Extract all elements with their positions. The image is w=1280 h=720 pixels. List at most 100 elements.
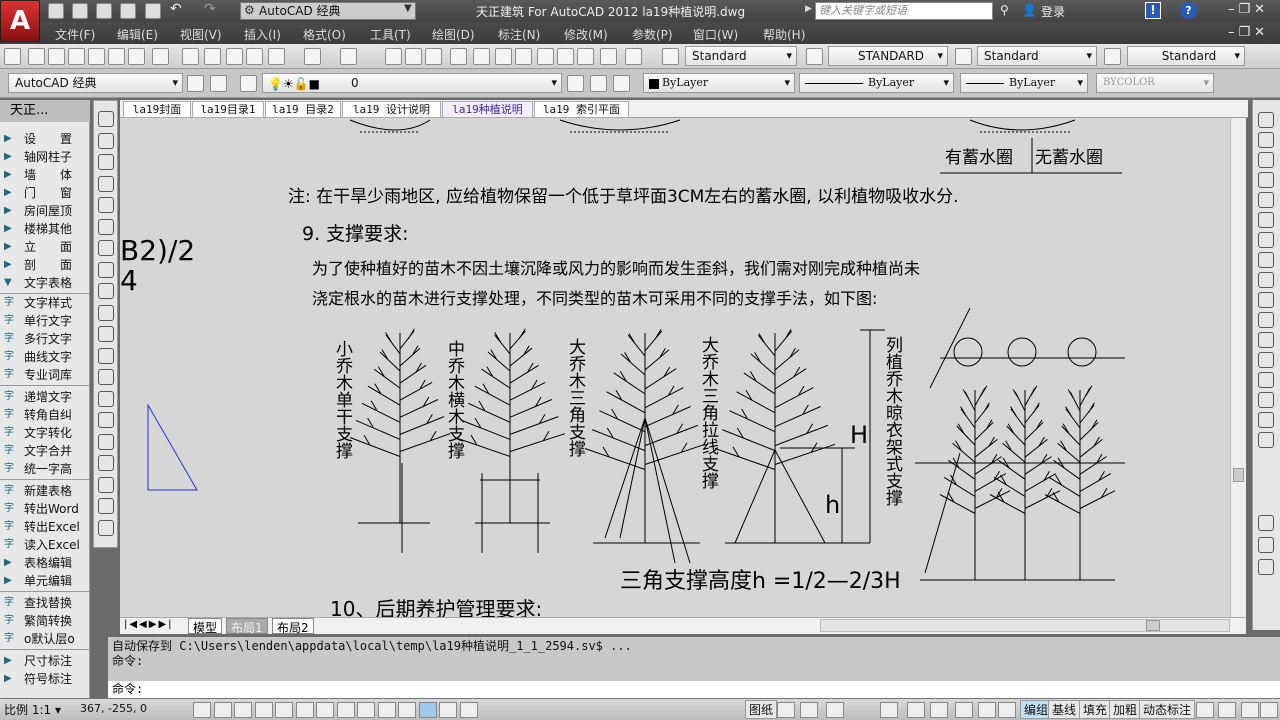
- explode-icon[interactable]: [1258, 432, 1274, 448]
- break-at-point-icon[interactable]: [1258, 332, 1274, 348]
- menu-item-10[interactable]: 窗口(W): [693, 26, 738, 43]
- trim-icon[interactable]: [1258, 292, 1274, 308]
- color-dropdown[interactable]: ByLayer: [643, 73, 795, 93]
- mirror-icon[interactable]: [1258, 152, 1274, 168]
- hardware-accel[interactable]: [998, 702, 1016, 718]
- menu-item-11[interactable]: 帮助(H): [763, 26, 805, 43]
- menu-item-3[interactable]: 插入(I): [244, 26, 281, 43]
- menu-item-0[interactable]: 文件(F): [55, 26, 95, 43]
- toolbar-icon-17[interactable]: [425, 48, 442, 65]
- copy-icon[interactable]: [1258, 132, 1274, 148]
- hscroll-thumb[interactable]: [1146, 620, 1160, 631]
- workspace-switch[interactable]: [955, 702, 973, 718]
- toolbar-lock[interactable]: [978, 702, 996, 718]
- toolbar-icon-3[interactable]: [68, 48, 85, 65]
- vertical-scrollbar[interactable]: [1230, 118, 1246, 617]
- properties-icon[interactable]: [1258, 515, 1274, 531]
- circle-icon[interactable]: [98, 240, 114, 256]
- mtext-icon[interactable]: [98, 498, 114, 514]
- make-block-icon[interactable]: [98, 369, 114, 385]
- rectangle-icon[interactable]: [98, 197, 114, 213]
- dyn-toggle[interactable]: [377, 702, 396, 718]
- sidebar-text-item-4[interactable]: 字专业词库: [0, 366, 90, 384]
- ortho-toggle[interactable]: [254, 702, 273, 718]
- infer-toggle[interactable]: [193, 702, 211, 718]
- sidebar-text2-item-4[interactable]: 字统一字高: [0, 460, 90, 478]
- undo-icon[interactable]: ↶: [170, 1, 182, 17]
- polyline-icon[interactable]: [98, 154, 114, 170]
- spline-icon[interactable]: [98, 283, 114, 299]
- style-icon-3[interactable]: [1104, 48, 1121, 65]
- annotation-scale[interactable]: [907, 702, 925, 718]
- mleader-style-dropdown[interactable]: Standard: [1127, 46, 1245, 66]
- dim-style-dropdown[interactable]: STANDARD: [828, 46, 948, 66]
- drawing-canvas[interactable]: 有蓄水圈 无蓄水圈 注: 在干旱少雨地区, 应给植物保留一个低于草坪面3CM左右…: [120, 118, 1230, 617]
- clean-screen-icon[interactable]: [1260, 702, 1278, 718]
- tab-1[interactable]: la19目录1: [192, 101, 264, 118]
- construction-line-icon[interactable]: [98, 132, 114, 149]
- menu-item-9[interactable]: 参数(P): [632, 26, 673, 43]
- arc-icon[interactable]: [98, 218, 114, 235]
- rotate-icon[interactable]: [1258, 232, 1274, 248]
- chamfer-icon[interactable]: [1258, 392, 1274, 408]
- command-input[interactable]: 命令:: [108, 681, 1280, 698]
- table-icon[interactable]: [98, 476, 114, 493]
- menu-item-6[interactable]: 绘图(D): [432, 26, 475, 43]
- ellipse-arc-icon[interactable]: [98, 326, 114, 342]
- menu-item-5[interactable]: 工具(T): [370, 26, 411, 43]
- lwt-toggle[interactable]: [398, 702, 416, 718]
- sidebar-group-8[interactable]: ▼ 文字表格: [0, 274, 90, 292]
- sidebar-table-item-3[interactable]: 字读入Excel: [0, 536, 90, 554]
- status-menu-icon[interactable]: [1241, 702, 1259, 718]
- menu-item-4[interactable]: 格式(O): [303, 26, 346, 43]
- sidebar-table-item-1[interactable]: 字转出Word: [0, 500, 90, 518]
- plotstyle-dropdown[interactable]: BYCOLOR: [1096, 73, 1214, 93]
- tab-3[interactable]: la19 设计说明: [342, 101, 441, 118]
- tab-navigation-arrows[interactable]: |◀◀▶▶|: [124, 619, 174, 630]
- stretch-icon[interactable]: [1258, 272, 1274, 288]
- 3dosnap-toggle[interactable]: [316, 702, 334, 718]
- erase-icon[interactable]: [1258, 112, 1274, 128]
- toolbar-icon-10[interactable]: [226, 48, 243, 65]
- scroll-thumb[interactable]: [1233, 468, 1244, 482]
- paper-toggle[interactable]: 图纸: [745, 700, 778, 719]
- text-style-dropdown[interactable]: Standard: [685, 46, 797, 66]
- style-icon-0[interactable]: [662, 48, 679, 65]
- toolbar-icon-1[interactable]: [28, 48, 45, 65]
- toolbar-icon-5[interactable]: [108, 48, 125, 65]
- sidebar-text2-item-0[interactable]: 字递增文字: [0, 388, 90, 406]
- point-icon[interactable]: [98, 390, 114, 407]
- menu-item-7[interactable]: 标注(N): [498, 26, 540, 43]
- ellipse-icon[interactable]: [98, 304, 114, 321]
- open-icon[interactable]: [72, 3, 88, 19]
- print-icon[interactable]: [145, 3, 161, 19]
- tab-model[interactable]: 模型: [188, 618, 223, 635]
- lightbulb-icon[interactable]: [1218, 702, 1236, 718]
- sidebar-group-6[interactable]: ▶ 立 面: [0, 238, 90, 256]
- application-menu-button[interactable]: A: [0, 0, 40, 42]
- expand-icon[interactable]: ▶: [805, 4, 812, 14]
- workspace-dropdown[interactable]: AutoCAD 经典: [240, 2, 416, 20]
- match-icon[interactable]: [1258, 537, 1274, 553]
- toolbar-icon-0[interactable]: [4, 48, 21, 65]
- status-toggle-4[interactable]: 动态标注: [1139, 700, 1196, 719]
- toolbar-icon-19[interactable]: [473, 48, 490, 65]
- scale-dropdown[interactable]: 比例 1:1 ▾: [4, 701, 61, 718]
- sidebar-group-4[interactable]: ▶ 房间屋顶: [0, 202, 90, 220]
- gradient-icon[interactable]: [98, 433, 114, 450]
- tab-layout2[interactable]: 布局2: [272, 618, 314, 635]
- toolbar-icon-16[interactable]: [405, 48, 422, 65]
- workspace-settings-icon[interactable]: [187, 75, 204, 92]
- save-icon[interactable]: [96, 3, 112, 19]
- add-selected-icon[interactable]: [98, 519, 114, 536]
- toolbar-icon-2[interactable]: [48, 48, 65, 65]
- redo-icon[interactable]: ↷: [204, 1, 216, 17]
- layer-match-icon[interactable]: [613, 75, 630, 92]
- style-icon-2[interactable]: [955, 48, 972, 65]
- array-icon[interactable]: [1258, 192, 1274, 208]
- revcloud-icon[interactable]: [98, 261, 114, 278]
- line-icon[interactable]: [98, 111, 114, 127]
- maximize-viewport[interactable]: [880, 702, 898, 718]
- sidebar-group-3[interactable]: ▶ 门 窗: [0, 184, 90, 202]
- layer-previous-icon[interactable]: [590, 75, 607, 92]
